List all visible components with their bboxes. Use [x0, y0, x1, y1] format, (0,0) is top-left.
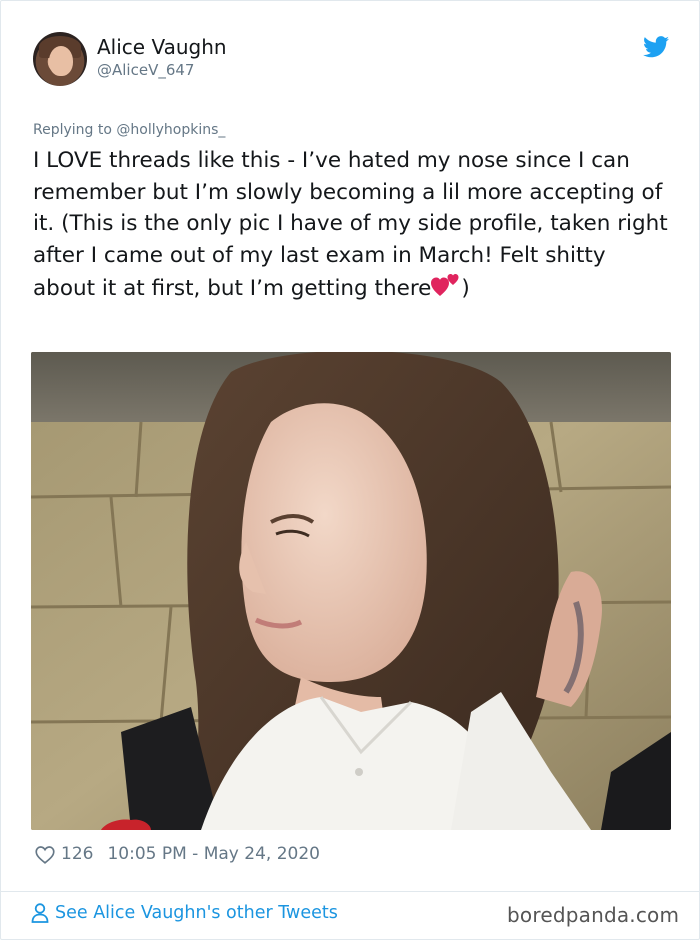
tweet-card: Alice Vaughn @AliceV_647 Replying to @ho…	[0, 0, 700, 940]
tweet-text-end: )	[461, 276, 470, 302]
heart-outline-icon[interactable]	[35, 845, 55, 864]
two-hearts-emoji	[431, 274, 459, 297]
boredpanda-watermark: boredpanda.com	[507, 903, 680, 927]
tweet-text: I LOVE threads like this - I’ve hated my…	[33, 145, 673, 305]
tweet-timestamp[interactable]: 10:05 PM - May 24, 2020	[107, 844, 320, 864]
avatar[interactable]	[33, 32, 87, 86]
replying-to[interactable]: Replying to @hollyhopkins_	[33, 122, 225, 138]
like-count[interactable]: 126	[61, 844, 93, 864]
tweet-meta: 126 10:05 PM - May 24, 2020	[35, 841, 320, 867]
twitter-bird-icon[interactable]	[643, 36, 669, 58]
author-name[interactable]: Alice Vaughn	[97, 35, 227, 59]
person-icon	[31, 903, 49, 923]
tweet-text-main: I LOVE threads like this - I’ve hated my…	[33, 148, 675, 302]
see-other-tweets-link[interactable]: See Alice Vaughn's other Tweets	[31, 903, 338, 923]
author-handle[interactable]: @AliceV_647	[97, 61, 194, 79]
see-other-tweets-label[interactable]: See Alice Vaughn's other Tweets	[55, 903, 338, 923]
photo-image	[31, 352, 671, 830]
tweet-photo[interactable]	[31, 352, 671, 830]
footer-divider	[1, 891, 700, 892]
